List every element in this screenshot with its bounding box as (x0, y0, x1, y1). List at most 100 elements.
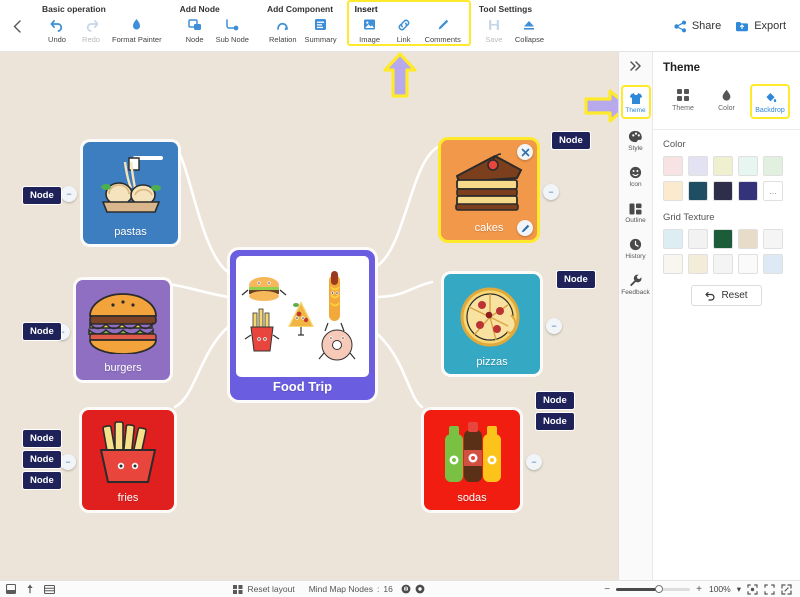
color-swatch[interactable] (688, 156, 708, 176)
color-swatch[interactable] (663, 181, 683, 201)
wrench-icon (629, 273, 642, 288)
color-swatch[interactable] (738, 156, 758, 176)
color-swatch[interactable] (763, 156, 783, 176)
node-badge[interactable]: Node (22, 471, 62, 490)
collapse-button[interactable]: Collapse (511, 15, 548, 44)
node-badge[interactable]: Node (551, 131, 591, 150)
color-swatch[interactable] (713, 181, 733, 201)
share-button[interactable]: Share (674, 20, 721, 33)
add-relation-button[interactable]: Relation (265, 15, 301, 44)
rail-item-icon[interactable]: Icon (621, 161, 651, 191)
center-focus-icon[interactable] (764, 583, 775, 595)
zoom-slider[interactable]: − + (603, 584, 703, 595)
rail-item-label: Icon (629, 181, 642, 188)
node-collapse-toggle[interactable]: − (526, 454, 542, 470)
zoom-in-button[interactable]: + (695, 584, 703, 595)
color-swatch[interactable] (663, 156, 683, 176)
zoom-slider-knob[interactable] (655, 585, 664, 593)
mindmap-node-fries[interactable]: fries − (60, 410, 174, 510)
zoom-level-value[interactable]: 100% (709, 584, 731, 594)
node-image-pastas (89, 148, 172, 224)
node-collapse-toggle[interactable]: − (61, 186, 77, 202)
grid-texture-section-label: Grid Texture (663, 212, 715, 223)
top-toolbar: Basic operation Undo Redo Format Painter… (0, 0, 800, 52)
tab-label: Color (718, 105, 735, 112)
rail-collapse-button[interactable] (629, 58, 643, 85)
zoom-slider-track[interactable] (616, 585, 691, 593)
toolbar-group-title: Insert (354, 4, 378, 14)
mindmap-node-pastas[interactable]: pastas − (61, 142, 178, 244)
tab-backdrop[interactable]: Backdrop (750, 84, 790, 119)
rail-item-outline[interactable]: Outline (621, 197, 651, 227)
node-collapse-toggle[interactable]: − (543, 184, 559, 200)
back-button[interactable] (0, 0, 34, 52)
mindmap-node-sodas[interactable]: sodas − (424, 410, 542, 510)
insert-image-button[interactable]: Image (353, 15, 387, 44)
grid-texture-swatch[interactable] (738, 254, 758, 274)
node-badge[interactable]: Node (535, 412, 575, 431)
insert-link-button[interactable]: Link (387, 15, 421, 44)
rail-item-feedback[interactable]: Feedback (621, 269, 651, 299)
save-button[interactable]: Save (477, 15, 511, 44)
mindmap-node-burgers[interactable]: burgers − (54, 280, 170, 380)
zoom-out-button[interactable]: − (603, 584, 611, 595)
color-swatch[interactable] (738, 181, 758, 201)
redo-button[interactable]: Redo (74, 15, 108, 44)
tab-color[interactable]: Color (707, 84, 747, 119)
grid-texture-swatch[interactable] (688, 254, 708, 274)
node-badge[interactable]: Node (22, 186, 62, 205)
reset-label: Reset (721, 290, 748, 301)
eye-icon[interactable] (415, 584, 425, 594)
chevron-double-right-icon (629, 61, 641, 71)
add-node-button[interactable]: Node (178, 15, 212, 44)
reset-button[interactable]: Reset (691, 285, 762, 306)
grid-texture-swatch[interactable] (763, 229, 783, 249)
node-icon (187, 15, 202, 34)
grid-texture-swatch[interactable] (713, 254, 733, 274)
grid-texture-swatch[interactable] (663, 254, 683, 274)
tab-theme[interactable]: Theme (663, 84, 703, 119)
node-badge[interactable]: Node (22, 429, 62, 448)
node-badge[interactable]: Node (535, 391, 575, 410)
mindmap-center-node[interactable]: Food Trip (230, 250, 375, 400)
add-summary-button[interactable]: Summary (301, 15, 341, 44)
more-colors-button[interactable]: ... (763, 181, 783, 201)
grid-texture-swatch[interactable] (663, 229, 683, 249)
mindmap-node-pizzas[interactable]: pizzas − (444, 274, 562, 374)
mindmap-node-cakes[interactable]: cakes − (441, 140, 559, 240)
rail-item-theme[interactable]: Theme (620, 85, 651, 119)
rail-item-history[interactable]: History (621, 233, 651, 263)
node-collapse-toggle[interactable]: − (546, 318, 562, 334)
color-swatch[interactable] (713, 156, 733, 176)
format-painter-icon (130, 15, 143, 34)
rail-item-style[interactable]: Style (621, 125, 651, 155)
node-edit-button[interactable] (517, 220, 533, 236)
tshirt-icon (629, 91, 643, 106)
node-collapse-toggle[interactable]: − (60, 454, 76, 470)
color-swatch[interactable] (688, 181, 708, 201)
grid-view-icon[interactable] (44, 584, 55, 594)
node-badge[interactable]: Node (556, 270, 596, 289)
toolbar-group-tool-settings: Tool Settings Save Collapse (471, 0, 554, 44)
reset-layout-button[interactable]: Reset layout (233, 584, 295, 594)
zoom-slider-fill (616, 587, 660, 591)
grid-texture-swatch[interactable] (688, 229, 708, 249)
grid-texture-swatch[interactable] (713, 229, 733, 249)
grid-texture-swatch[interactable] (738, 229, 758, 249)
node-badge[interactable]: Node (22, 322, 62, 341)
grid-texture-swatch[interactable] (763, 254, 783, 274)
export-button[interactable]: Export (735, 20, 786, 33)
pin-icon[interactable] (25, 584, 35, 594)
layout-panel-icon[interactable] (6, 584, 16, 594)
node-badge[interactable]: Node (22, 450, 62, 469)
fullscreen-icon[interactable] (781, 583, 792, 595)
fit-to-screen-icon[interactable] (747, 583, 758, 595)
undo-button[interactable]: Undo (40, 15, 74, 44)
hand-tool-icon[interactable] (401, 584, 411, 594)
chevron-down-icon[interactable]: ▾ (737, 584, 741, 595)
node-close-button[interactable] (517, 144, 533, 160)
format-painter-button[interactable]: Format Painter (108, 15, 166, 44)
insert-comments-button[interactable]: Comments (421, 15, 465, 44)
mindmap-canvas[interactable]: Food Trip pastas − burgers − fries − cak… (0, 52, 618, 580)
add-sub-node-button[interactable]: Sub Node (212, 15, 253, 44)
